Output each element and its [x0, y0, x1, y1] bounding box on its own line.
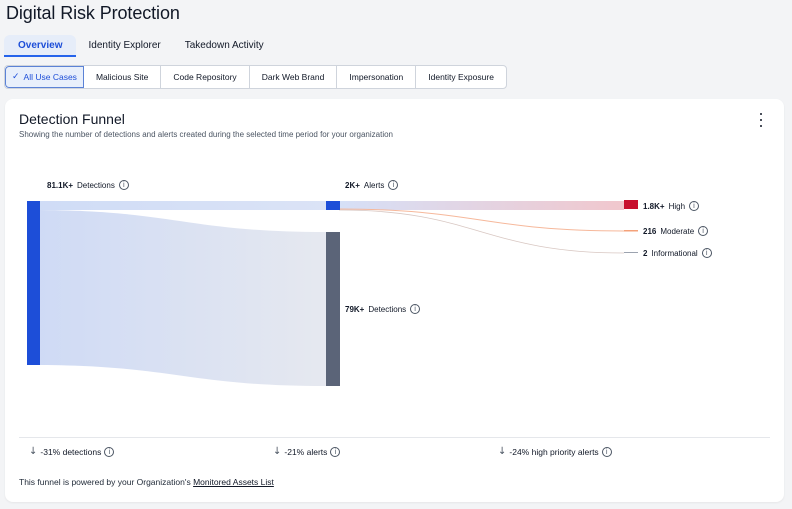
node-moderate[interactable]	[624, 230, 638, 232]
alerts-value: 2K+	[345, 180, 360, 190]
tab-bar: Overview Identity Explorer Takedown Acti…	[4, 35, 276, 57]
info-icon[interactable]: i	[689, 201, 700, 211]
stat-text: -21% alerts	[284, 446, 328, 457]
severity-informational-label: 2 Informational i	[643, 248, 712, 258]
informational-text: Informational	[651, 248, 698, 258]
info-icon[interactable]: i	[698, 226, 709, 236]
high-text: High	[668, 201, 686, 211]
tab-overview[interactable]: Overview	[4, 35, 77, 57]
divider	[19, 437, 770, 438]
stat-text: -24% high priority alerts	[509, 446, 599, 457]
stat-detections-change: ↓ -31% detections i	[29, 446, 115, 457]
info-icon[interactable]: i	[104, 446, 115, 457]
node-detections-remaining[interactable]	[326, 232, 340, 386]
stat-text: -31% detections	[40, 446, 102, 457]
node-alerts[interactable]	[326, 201, 340, 210]
detections-total-text: Detections	[77, 180, 115, 190]
arrow-down-icon: ↓	[498, 446, 507, 457]
flow-to-alerts	[33, 201, 326, 210]
page-title: Digital Risk Protection	[6, 3, 180, 23]
info-icon[interactable]: i	[118, 180, 129, 190]
detections-remaining-text: Detections	[368, 304, 407, 314]
severity-high-label: 1.8K+ High i	[643, 201, 700, 211]
info-icon[interactable]: i	[388, 180, 399, 190]
flow-to-informational	[338, 209, 625, 254]
info-icon[interactable]: i	[601, 446, 612, 457]
monitored-assets-link[interactable]: Monitored Assets List	[193, 477, 274, 487]
info-icon[interactable]: i	[701, 248, 712, 258]
node-detections-total[interactable]	[27, 201, 40, 365]
filter-malicious-site[interactable]: Malicious Site	[84, 66, 162, 88]
flow-to-moderate	[338, 208, 625, 232]
arrow-down-icon: ↓	[273, 446, 282, 457]
moderate-text: Moderate	[660, 226, 695, 236]
moderate-value: 216	[643, 226, 657, 236]
tab-identity-explorer[interactable]: Identity Explorer	[76, 35, 172, 57]
detections-total-value: 81.1K+	[47, 180, 74, 190]
use-case-filter: ✓ All Use Cases Malicious Site Code Repo…	[4, 65, 507, 89]
informational-value: 2	[643, 248, 648, 258]
node-informational[interactable]	[624, 252, 638, 253]
severity-moderate-label: 216 Moderate i	[643, 226, 709, 236]
node-high[interactable]	[624, 200, 638, 209]
info-icon[interactable]: i	[330, 446, 341, 457]
arrow-down-icon: ↓	[29, 446, 38, 457]
alerts-label: 2K+ Alerts i	[345, 180, 399, 190]
footer-prefix: This funnel is powered by your Organizat…	[19, 477, 194, 487]
detections-remaining-label: 79K+ Detections i	[345, 304, 421, 314]
filter-identity-exposure[interactable]: Identity Exposure	[416, 66, 506, 88]
stat-high-priority-change: ↓ -24% high priority alerts i	[498, 446, 612, 457]
filter-impersonation[interactable]: Impersonation	[337, 66, 417, 88]
funnel-diagram	[27, 200, 638, 386]
high-value: 1.8K+	[643, 201, 665, 211]
alerts-text: Alerts	[363, 180, 385, 190]
footer-note: This funnel is powered by your Organizat…	[19, 477, 274, 487]
filter-all-use-cases[interactable]: ✓ All Use Cases	[5, 66, 84, 88]
stat-alerts-change: ↓ -21% alerts i	[273, 446, 341, 457]
filter-code-repository[interactable]: Code Repository	[161, 66, 250, 88]
detections-total-label: 81.1K+ Detections i	[47, 180, 129, 190]
filter-dark-web-brand[interactable]: Dark Web Brand	[250, 66, 338, 88]
check-icon: ✓	[12, 72, 20, 82]
tab-takedown-activity[interactable]: Takedown Activity	[173, 35, 276, 57]
flow-to-remaining-detections	[33, 210, 326, 386]
detection-funnel-card: Detection Funnel Showing the number of d…	[5, 99, 784, 502]
filter-label: All Use Cases	[23, 72, 77, 82]
detections-remaining-value: 79K+	[345, 304, 365, 314]
info-icon[interactable]: i	[410, 304, 421, 314]
flow-to-high	[339, 201, 624, 210]
